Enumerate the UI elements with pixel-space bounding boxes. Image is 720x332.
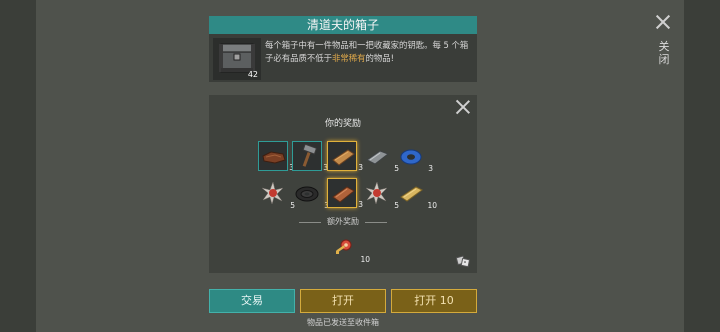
close-icon[interactable] [654,13,672,31]
item-count: 10 [360,255,370,264]
reward-slot-berry-seed[interactable]: 5 [258,178,295,210]
gold-plank-icon [400,186,423,202]
reward-slot-berry-seed-2[interactable]: 5 [362,178,399,210]
extra-divider-right [365,222,387,223]
chest-description: 每个箱子中有一件物品和一把收藏家的钥匙。每 5 个箱子必有品质不低于非常稀有的物… [265,39,473,65]
reward-slot-rubber[interactable]: 3 [292,178,329,210]
open-button[interactable]: 打开 [300,289,386,313]
close-rewards-icon[interactable] [454,98,472,116]
left-dark-margin [0,0,36,332]
collector-key-icon [336,239,352,254]
berry-seed-icon [365,181,388,205]
leather-icon [262,151,286,164]
trade-button[interactable]: 交易 [209,289,295,313]
copper-bar-icon [332,186,355,203]
iron-bar-icon [366,150,390,165]
hammer-icon [302,144,318,167]
extra-reward-slot[interactable]: 10 [329,232,370,264]
extra-reward-label: 额外奖励 [327,217,359,226]
chest-count: 42 [247,70,258,79]
reward-slot-gold-plank[interactable]: 10 [396,178,437,210]
reward-slot-leather[interactable]: 3 [258,141,294,172]
reward-slot-iron-bar[interactable]: 5 [362,141,399,173]
open-10-button[interactable]: 打开 10 [391,289,477,313]
rubber-tire-icon [295,186,319,202]
chest-title: 清道夫的箱子 [209,16,477,34]
rarity-highlight: 非常稀有 [332,53,366,63]
inbox-notice: 物品已发送至收件箱 [307,318,379,327]
description-end: 的物品! [365,53,394,63]
close-label[interactable]: 关闭 [657,40,671,66]
reward-slot-copper-bar[interactable]: 3 [327,178,363,209]
reward-slot-duct-tape[interactable]: 3 [396,141,433,173]
chest-info-panel: 清道夫的箱子 42 每个箱子中有一件物品和一把收藏家的钥匙。每 5 个箱子必有品… [209,16,477,82]
item-count: 3 [428,164,433,173]
right-dark-margin [684,0,720,332]
duct-tape-icon [400,149,422,165]
berry-seed-icon [261,181,284,205]
reward-slot-hammer[interactable]: 3 [292,141,328,172]
rewards-title: 你的奖励 [324,119,361,129]
dice-icon[interactable] [455,253,471,268]
chest-icon: 42 [213,38,261,80]
item-count: 10 [427,201,437,210]
wood-plank-icon [332,149,355,166]
reward-slot-wood-plank[interactable]: 3 [327,141,363,172]
